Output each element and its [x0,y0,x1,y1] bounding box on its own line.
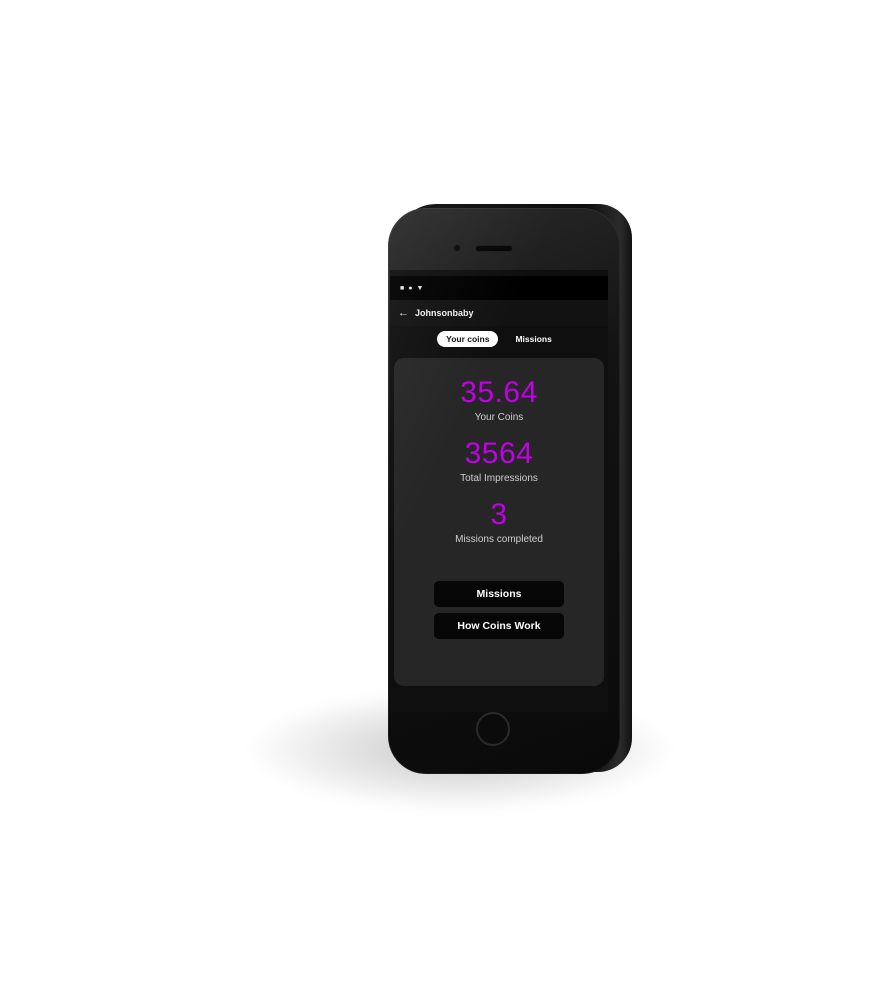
missions-completed-value: 3 [490,498,508,531]
page-title: Johnsonbaby [415,308,474,318]
missions-completed-label: Missions completed [455,534,543,545]
stat-your-coins: 35.64 Your Coins [460,376,538,423]
phone-screen: ■ ● ▼ ← Johnsonbaby Your coins Missions … [390,270,608,712]
record-icon: ● [408,284,413,292]
app-bar: ← Johnsonbaby [390,300,608,326]
stat-missions-completed: 3 Missions completed [455,498,543,545]
coins-card: 35.64 Your Coins 3564 Total Impressions … [394,358,604,686]
signal-icon: ▼ [416,284,424,292]
stat-total-impressions: 3564 Total Impressions [460,437,538,484]
impressions-label: Total Impressions [460,473,538,484]
phone-mockup: ■ ● ▼ ← Johnsonbaby Your coins Missions … [388,202,632,776]
phone-body: ■ ● ▼ ← Johnsonbaby Your coins Missions … [388,208,620,774]
impressions-value: 3564 [464,437,534,470]
home-button[interactable] [476,712,510,746]
coins-label: Your Coins [474,412,524,423]
stop-icon: ■ [400,284,405,292]
front-camera-icon [454,245,460,251]
status-bar: ■ ● ▼ [390,276,608,300]
tab-your-coins[interactable]: Your coins [437,331,499,347]
tab-bar: Your coins Missions [390,326,608,352]
tab-missions[interactable]: Missions [506,331,560,347]
arrow-left-icon[interactable]: ← [398,307,409,319]
coins-value: 35.64 [460,376,538,409]
mockup-stage: ■ ● ▼ ← Johnsonbaby Your coins Missions … [0,0,881,1006]
earpiece-speaker [476,246,512,251]
how-coins-work-button[interactable]: How Coins Work [434,613,564,639]
missions-button[interactable]: Missions [434,581,564,607]
